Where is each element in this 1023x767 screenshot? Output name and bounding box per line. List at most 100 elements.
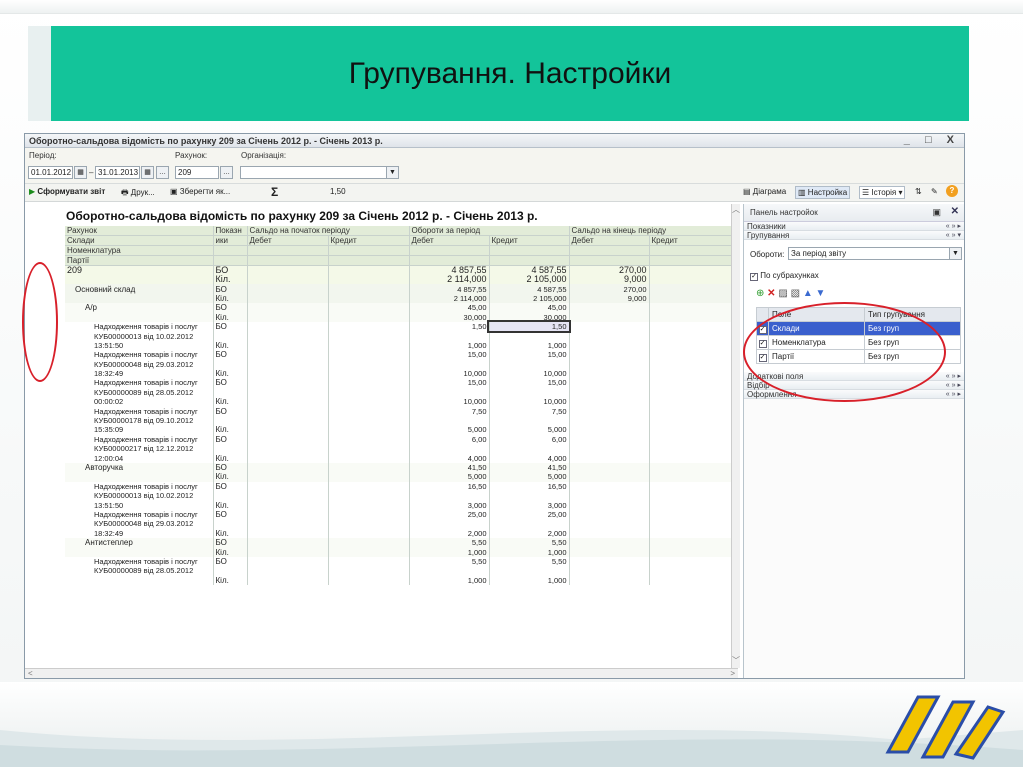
section-arrows-icon[interactable]: « » ▸ [946, 372, 961, 381]
row-turnover-debit-cell[interactable]: 1,000 [409, 340, 490, 351]
row-account-cell[interactable]: КУБ00000013 від 10.02.2012 [65, 331, 214, 341]
table-row[interactable]: Кіл. 30,000 30,000 [65, 312, 732, 322]
row-turnover-debit-cell[interactable] [409, 490, 490, 501]
row-start-credit-cell[interactable] [328, 340, 410, 351]
row-start-credit-cell[interactable] [328, 528, 410, 538]
row-start-debit-cell[interactable] [247, 500, 329, 510]
row-end-credit-cell[interactable] [649, 425, 732, 435]
row-start-credit-cell[interactable] [328, 453, 410, 463]
period-to-field[interactable]: 31.01.2013 [95, 166, 140, 179]
row-start-debit-cell[interactable] [247, 387, 329, 398]
row-start-credit-cell[interactable] [328, 331, 410, 341]
row-turnover-credit-cell[interactable]: 2,000 [489, 528, 570, 538]
row-start-debit-cell[interactable] [247, 556, 329, 567]
row-start-credit-cell[interactable] [328, 566, 410, 576]
row-indicator-cell[interactable]: БО [213, 556, 248, 567]
row-end-credit-cell[interactable] [649, 350, 732, 360]
row-end-debit-cell[interactable] [569, 537, 650, 548]
row-turnover-debit-cell[interactable] [409, 415, 490, 426]
row-turnover-debit-cell[interactable]: 30,000 [409, 312, 490, 322]
row-start-debit-cell[interactable] [247, 406, 329, 416]
row-end-debit-cell[interactable] [569, 575, 650, 585]
checkbox-icon[interactable]: ✓ [750, 273, 758, 281]
row-account-cell[interactable]: Антистеплер [65, 537, 214, 548]
delete-icon[interactable]: ✕ [767, 288, 775, 299]
row-turnover-credit-cell[interactable]: 10,000 [489, 397, 570, 407]
table-row[interactable]: Надходження товарів і послуг БО 6,00 6,00 [65, 434, 732, 445]
row-end-debit-cell[interactable]: 270,00 [569, 284, 650, 294]
row-end-credit-cell[interactable] [649, 359, 732, 369]
move-up-icon[interactable]: ▲ [803, 288, 813, 299]
row-account-cell[interactable]: 209 [65, 265, 214, 275]
scroll-down-icon[interactable]: ﹀ [732, 655, 740, 666]
row-account-cell[interactable] [65, 275, 214, 285]
row-indicator-cell[interactable]: БО [213, 406, 248, 416]
table-row[interactable]: Антистеплер БО 5,50 5,50 [65, 537, 732, 548]
row-end-credit-cell[interactable] [649, 321, 732, 332]
row-account-cell[interactable]: Надходження товарів і послуг [65, 481, 214, 491]
table-row[interactable]: 00:00:02 Кіл. 10,000 10,000 [65, 397, 732, 407]
row-account-cell[interactable]: Надходження товарів і послуг [65, 378, 214, 388]
row-turnover-credit-cell[interactable] [489, 519, 570, 529]
table-row[interactable]: КУБ00000048 від 29.03.2012 [65, 359, 732, 369]
add-icon[interactable]: ⊕ [756, 288, 764, 299]
row-end-debit-cell[interactable] [569, 481, 650, 491]
row-start-debit-cell[interactable] [247, 378, 329, 388]
row-start-credit-cell[interactable] [328, 359, 410, 369]
row-start-debit-cell[interactable] [247, 340, 329, 351]
row-start-debit-cell[interactable] [247, 566, 329, 576]
row-end-debit-cell[interactable] [569, 340, 650, 351]
row-indicator-cell[interactable]: Кіл. [213, 293, 248, 304]
row-turnover-credit-cell[interactable]: 1,000 [489, 547, 570, 557]
row-end-credit-cell[interactable] [649, 462, 732, 473]
row-end-credit-cell[interactable] [649, 528, 732, 538]
org-field[interactable] [240, 166, 387, 179]
row-turnover-credit-cell[interactable]: 5,000 [489, 425, 570, 435]
row-start-debit-cell[interactable] [247, 490, 329, 501]
row-account-cell[interactable] [65, 312, 214, 322]
section-arrows-icon[interactable]: « » ▸ [946, 222, 961, 231]
row-indicator-cell[interactable]: Кіл. [213, 397, 248, 407]
row-turnover-debit-cell[interactable]: 16,50 [409, 481, 490, 491]
row-start-debit-cell[interactable] [247, 462, 329, 473]
row-account-cell[interactable]: КУБ00000217 від 12.12.2012 [65, 444, 214, 454]
table-row[interactable]: Надходження товарів і послуг БО 15,00 15,00 [65, 350, 732, 360]
calendar-icon[interactable]: ▦ [141, 166, 154, 179]
row-end-credit-cell[interactable] [649, 331, 732, 341]
row-start-debit-cell[interactable] [247, 481, 329, 491]
row-account-cell[interactable]: 18:32:49 [65, 528, 214, 538]
table-row[interactable]: КУБ00000013 від 10.02.2012 [65, 331, 732, 341]
row-account-cell[interactable]: 12:00:04 [65, 453, 214, 463]
row-turnover-credit-cell[interactable]: 30,000 [489, 312, 570, 322]
row-turnover-debit-cell[interactable]: 1,000 [409, 547, 490, 557]
row-turnover-credit-cell[interactable]: 5,000 [489, 472, 570, 482]
row-end-debit-cell[interactable] [569, 519, 650, 529]
scroll-right-icon[interactable]: > [730, 669, 735, 678]
history-button[interactable]: ☰ Історія ▾ [859, 186, 906, 199]
section-grouping[interactable]: Групування « » ▾ [744, 231, 964, 240]
row-start-credit-cell[interactable] [328, 490, 410, 501]
row-indicator-cell[interactable] [213, 490, 248, 501]
table-row[interactable]: КУБ00000013 від 10.02.2012 [65, 490, 732, 501]
section-arrows-icon[interactable]: « » ▸ [946, 390, 961, 399]
row-account-cell[interactable]: 13:51:50 [65, 340, 214, 351]
row-indicator-cell[interactable]: Кіл. [213, 472, 248, 482]
row-indicator-cell[interactable]: Кіл. [213, 312, 248, 322]
row-start-debit-cell[interactable] [247, 359, 329, 369]
row-account-cell[interactable]: Надходження товарів і послуг [65, 556, 214, 567]
row-start-credit-cell[interactable] [328, 519, 410, 529]
row-start-credit-cell[interactable] [328, 312, 410, 322]
row-end-debit-cell[interactable] [569, 415, 650, 426]
row-start-credit-cell[interactable] [328, 397, 410, 407]
row-turnover-credit-cell[interactable]: 1,50 [487, 319, 571, 334]
row-end-credit-cell[interactable] [649, 556, 732, 567]
row-start-credit-cell[interactable] [328, 575, 410, 585]
table-row[interactable]: 13:51:50 Кіл. 1,000 1,000 [65, 340, 732, 351]
row-start-credit-cell[interactable] [328, 481, 410, 491]
row-account-cell[interactable]: КУБ00000089 від 28.05.2012 [65, 566, 214, 576]
save-as-button[interactable]: ▣ Зберегти як... [170, 187, 230, 196]
row-end-credit-cell[interactable] [649, 293, 732, 304]
row-turnover-debit-cell[interactable]: 1,50 [409, 321, 490, 332]
row-start-debit-cell[interactable] [247, 303, 329, 313]
row-end-credit-cell[interactable] [649, 368, 732, 379]
